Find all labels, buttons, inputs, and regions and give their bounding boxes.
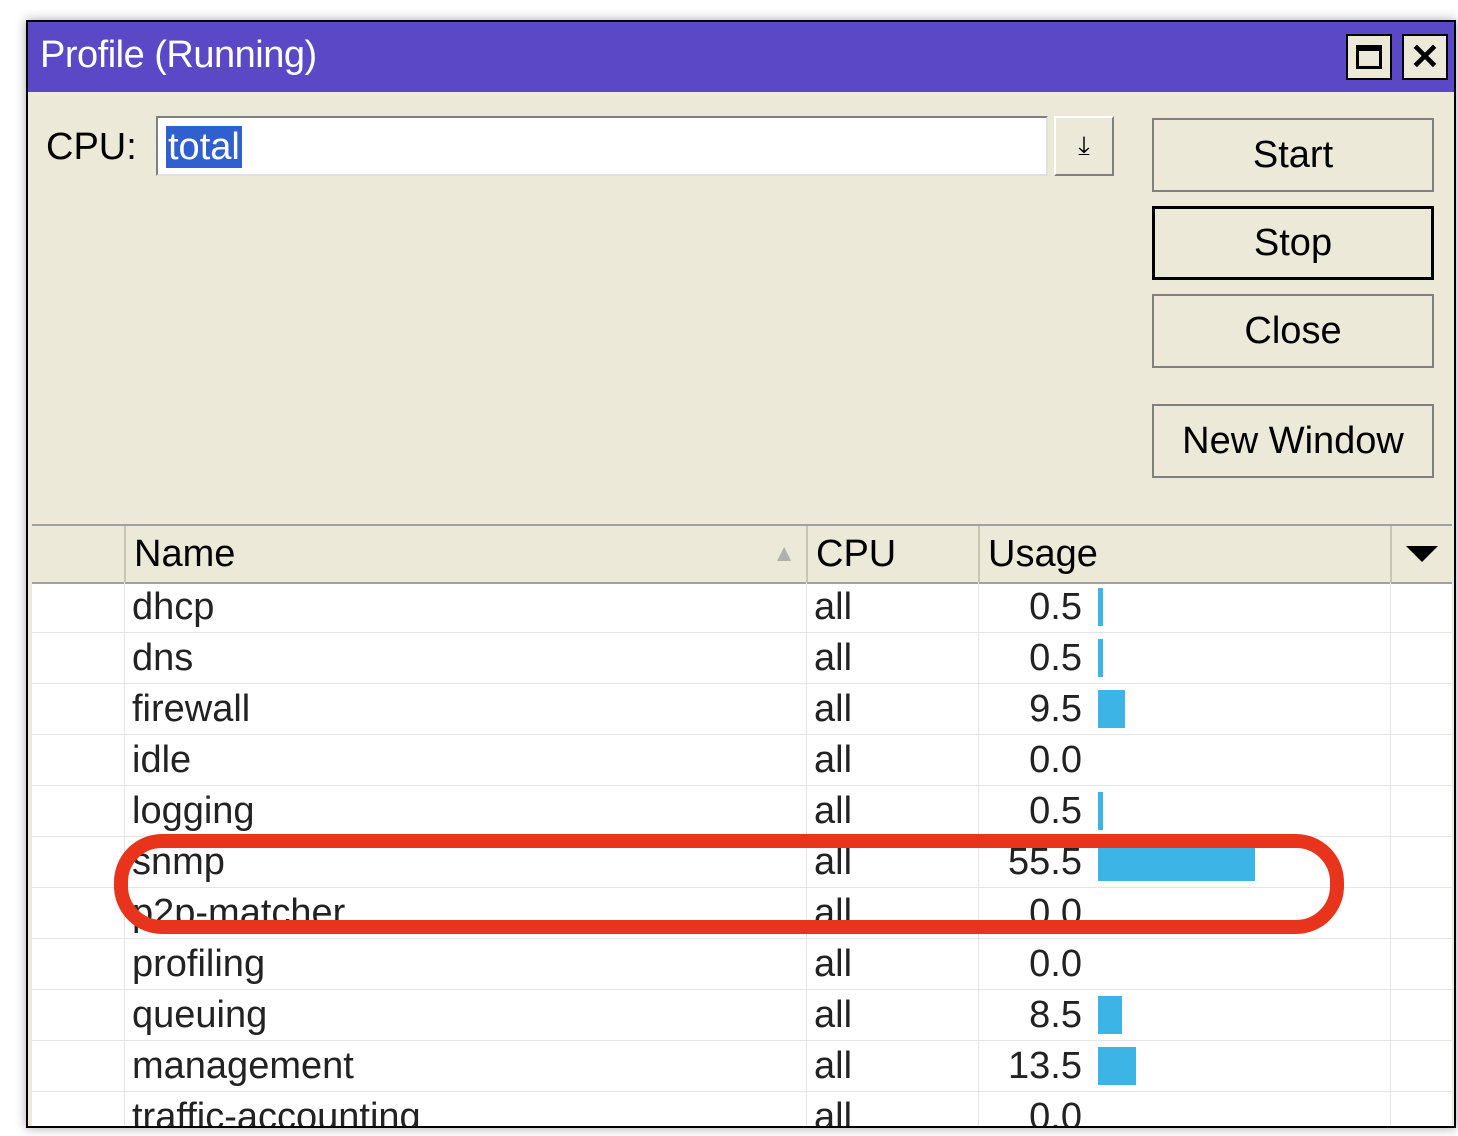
table-row[interactable]: logging all 0.5 [32,786,1452,837]
row-usage: 0.5 [1029,586,1082,628]
row-cpu: all [814,586,853,628]
close-button[interactable]: Close [1152,294,1434,368]
new-window-button[interactable]: New Window [1152,404,1434,478]
usage-bar [1098,588,1103,626]
maximize-icon [1356,45,1382,69]
snmp-highlight-annotation [114,834,1344,934]
row-name: dns [132,637,194,679]
table-row[interactable]: traffic-accounting all 0.0 [32,1092,1452,1128]
table-row[interactable]: firewall all 9.5 [32,684,1452,735]
cpu-input[interactable]: total [156,116,1048,176]
column-header-usage[interactable]: Usage [978,526,1390,582]
usage-bar [1098,690,1125,728]
row-usage: 0.5 [1029,790,1082,832]
column-menu-button[interactable] [1390,526,1452,582]
usage-bar [1098,996,1122,1034]
row-usage: 13.5 [1008,1045,1082,1087]
profile-window: Profile (Running) ✕ CPU: total ⤓ Start S… [26,20,1456,1128]
row-cpu: all [814,1096,853,1128]
profile-table: Name ▲ CPU Usage dhcp all 0.5 dns all 0.5 fire… [32,524,1452,1128]
row-cpu: all [814,994,853,1036]
table-row[interactable]: dns all 0.5 [32,633,1452,684]
window-title: Profile (Running) [40,34,317,76]
row-cpu: all [814,1045,853,1087]
row-name: firewall [132,688,251,730]
row-cpu: all [814,688,853,730]
start-button[interactable]: Start [1152,118,1434,192]
row-cpu: all [814,790,853,832]
cpu-input-value: total [166,126,242,168]
row-usage: 9.5 [1029,688,1082,730]
table-header: Name ▲ CPU Usage [32,526,1452,584]
maximize-button[interactable] [1346,34,1392,80]
row-cpu: all [814,739,853,781]
usage-bar [1098,639,1103,677]
row-name: idle [132,739,192,781]
chevron-down-icon [1406,546,1438,562]
close-window-button[interactable]: ✕ [1402,34,1448,80]
row-usage: 0.5 [1029,637,1082,679]
row-name: dhcp [132,586,215,628]
row-name: logging [132,790,255,832]
row-cpu: all [814,637,853,679]
stop-button[interactable]: Stop [1152,206,1434,280]
row-name: traffic-accounting [132,1096,421,1128]
column-header-name[interactable]: Name ▲ [124,526,806,582]
row-usage: 0.0 [1029,943,1082,985]
row-cpu: all [814,943,853,985]
table-row[interactable]: profiling all 0.0 [32,939,1452,990]
cpu-label: CPU: [46,126,137,168]
column-header-cpu[interactable]: CPU [806,526,978,582]
row-usage: 0.0 [1029,1096,1082,1128]
cpu-dropdown-button[interactable]: ⤓ [1054,116,1114,176]
sort-ascending-icon: ▲ [772,540,796,567]
table-row[interactable]: idle all 0.0 [32,735,1452,786]
title-bar[interactable]: Profile (Running) ✕ [28,22,1454,92]
table-row[interactable]: management all 13.5 [32,1041,1452,1092]
table-row[interactable]: queuing all 8.5 [32,990,1452,1041]
usage-bar [1098,792,1103,830]
row-usage: 0.0 [1029,739,1082,781]
dropdown-arrow-icon: ⤓ [1078,130,1090,160]
row-name: queuing [132,994,268,1036]
table-row[interactable]: dhcp all 0.5 [32,582,1452,633]
row-usage: 8.5 [1029,994,1082,1036]
row-name: management [132,1045,354,1087]
usage-bar [1098,1047,1137,1085]
row-name: profiling [132,943,266,985]
close-icon: ✕ [1409,36,1441,77]
